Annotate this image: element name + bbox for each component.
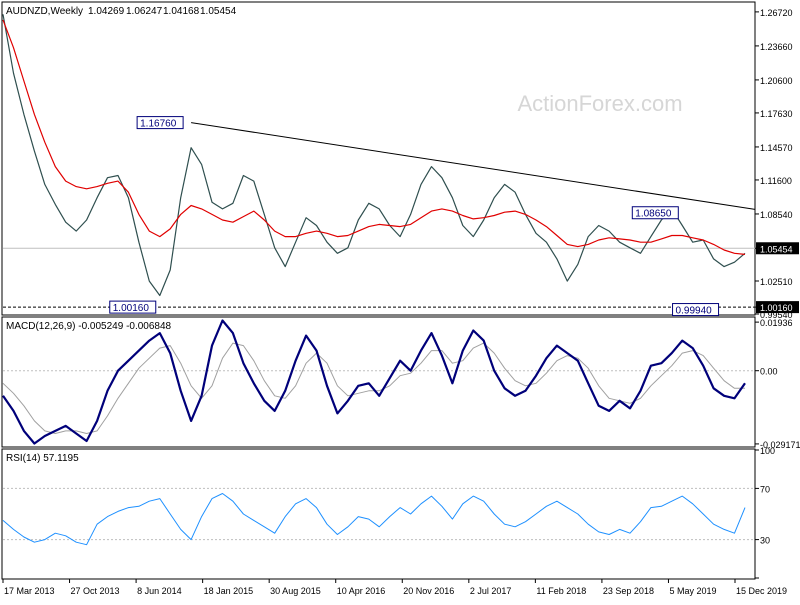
price-tick-label: 1.08540 (760, 210, 793, 220)
rsi-panel (2, 449, 755, 579)
chart-root: ActionForex.com AUDNZD,Weekly 1.04269 1.… (0, 0, 800, 600)
x-tick-label: 20 Nov 2016 (403, 586, 454, 596)
x-tick-label: 15 Dec 2019 (736, 586, 787, 596)
price-tick-label: 1.11600 (760, 176, 792, 186)
header-symbol: AUDNZD,Weekly (6, 6, 83, 17)
header-open: 1.04269 (88, 6, 125, 17)
price-annotation-label: 1.16760 (140, 119, 177, 130)
header-close: 1.05454 (200, 6, 237, 17)
macd-tick-label: 0.01936 (760, 318, 793, 328)
price-annotation-label: 0.99940 (676, 306, 713, 317)
macd-line (3, 321, 745, 444)
price-tick-label: 1.26720 (760, 8, 793, 18)
macd-tick-label: 0.00 (760, 367, 778, 377)
price-tick-label: 1.17630 (760, 109, 793, 119)
rsi-title: RSI(14) 57.1195 (6, 453, 79, 464)
x-tick-label: 27 Oct 2013 (71, 586, 120, 596)
macd-panel (2, 317, 755, 447)
x-tick-label: 10 Apr 2016 (337, 586, 386, 596)
price-tick-label: 1.14570 (760, 143, 793, 153)
price-line (3, 14, 745, 295)
header-high: 1.06247 (126, 6, 163, 17)
price-annotation-label: 1.08650 (635, 209, 672, 220)
falling-trendline (191, 123, 755, 210)
chart-svg: ActionForex.com AUDNZD,Weekly 1.04269 1.… (0, 0, 800, 600)
header-low: 1.04168 (163, 6, 200, 17)
macd-title: MACD(12,26,9) -0.005249 -0.006848 (6, 321, 172, 332)
x-tick-label: 5 May 2019 (669, 586, 716, 596)
x-tick-label: 8 Jun 2014 (137, 586, 182, 596)
annotation-layer: 1.16760 1.00160 1.08650 0.99940 (110, 117, 755, 317)
price-panel (2, 2, 755, 315)
price-tick-label: 1.20600 (760, 76, 793, 86)
rsi-line (3, 494, 745, 545)
price-tick-label: 1.05454 (760, 244, 793, 254)
rsi-tick-label: 70 (760, 484, 770, 494)
x-tick-label: 17 Mar 2013 (4, 586, 55, 596)
rsi-tick-label: 30 (760, 536, 770, 546)
rsi-tick-label: 100 (760, 446, 775, 456)
x-tick-label: 30 Aug 2015 (270, 586, 321, 596)
x-tick-label: 2 Jul 2017 (470, 586, 512, 596)
price-annotation-label: 1.00160 (113, 303, 150, 314)
price-tick-label: 1.23660 (760, 42, 793, 52)
price-tick-label: 1.02510 (760, 277, 793, 287)
watermark: ActionForex.com (517, 91, 682, 116)
x-tick-label: 23 Sep 2018 (603, 586, 654, 596)
x-tick-label: 18 Jan 2015 (204, 586, 254, 596)
x-tick-label: 11 Feb 2018 (536, 586, 586, 596)
